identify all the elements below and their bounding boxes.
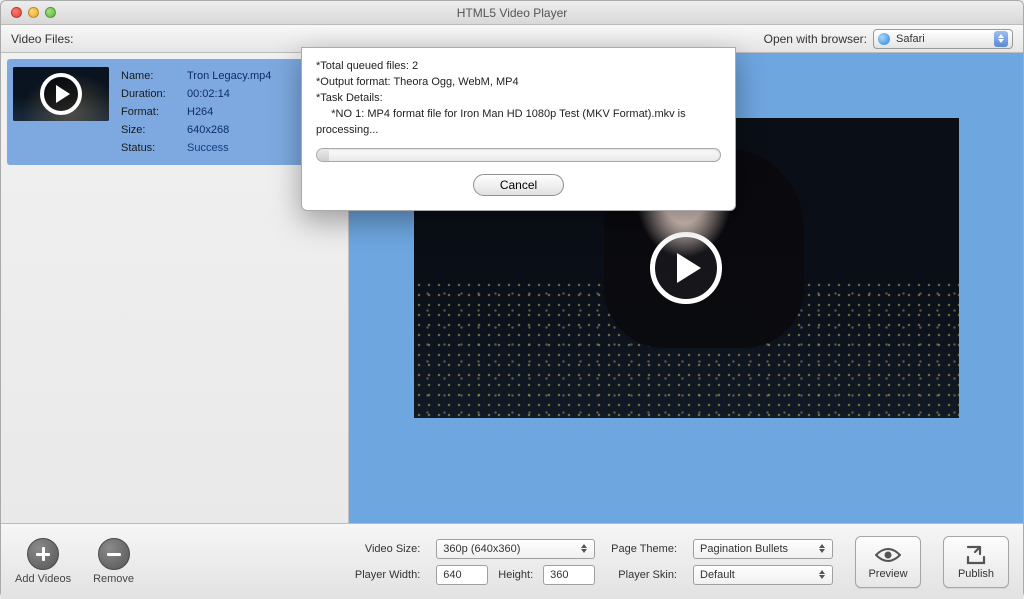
page-theme-value: Pagination Bullets xyxy=(700,543,788,555)
minus-icon xyxy=(98,538,130,570)
page-theme-label: Page Theme: xyxy=(611,543,677,555)
status-label: Status: xyxy=(121,139,183,157)
preview-button[interactable]: Preview xyxy=(855,536,921,588)
window-title: HTML5 Video Player xyxy=(1,6,1023,20)
height-label: Height: xyxy=(498,569,533,581)
video-size-select[interactable]: 360p (640x360) xyxy=(436,539,595,559)
chevron-updown-icon xyxy=(577,541,591,557)
titlebar: HTML5 Video Player xyxy=(1,1,1023,25)
publish-icon xyxy=(963,544,989,566)
publish-button[interactable]: Publish xyxy=(943,536,1009,588)
remove-label: Remove xyxy=(93,573,134,585)
settings-grid: Video Size: 360p (640x360) Page Theme: P… xyxy=(355,539,833,585)
list-item[interactable]: Name: Tron Legacy.mp4 Duration: 00:02:14… xyxy=(7,59,342,165)
player-skin-value: Default xyxy=(700,569,735,581)
format-label: Format: xyxy=(121,103,183,121)
eye-icon xyxy=(875,544,901,566)
player-width-input[interactable]: 640 xyxy=(436,565,488,585)
plus-icon xyxy=(27,538,59,570)
video-size-value: 360p (640x360) xyxy=(443,543,520,555)
safari-icon xyxy=(878,33,890,45)
name-value: Tron Legacy.mp4 xyxy=(187,67,271,85)
progress-bar xyxy=(316,148,721,162)
browser-selected-value: Safari xyxy=(896,33,925,45)
chevron-updown-icon xyxy=(815,541,829,557)
player-skin-label: Player Skin: xyxy=(611,569,677,581)
chevron-updown-icon xyxy=(994,31,1008,47)
player-width-label: Player Width: xyxy=(355,569,420,581)
progress-details: *Total queued files: 2 *Output format: T… xyxy=(316,58,721,138)
duration-value: 00:02:14 xyxy=(187,85,271,103)
remove-button[interactable]: Remove xyxy=(93,538,134,585)
progress-dialog: *Total queued files: 2 *Output format: T… xyxy=(301,47,736,211)
cancel-button[interactable]: Cancel xyxy=(473,174,564,196)
name-label: Name: xyxy=(121,67,183,85)
video-files-label: Video Files: xyxy=(11,32,73,46)
page-theme-select[interactable]: Pagination Bullets xyxy=(693,539,833,559)
play-icon[interactable] xyxy=(650,232,722,304)
video-metadata: Name: Tron Legacy.mp4 Duration: 00:02:14… xyxy=(121,67,271,157)
size-label: Size: xyxy=(121,121,183,139)
status-value: Success xyxy=(187,139,271,157)
preview-label: Preview xyxy=(868,568,907,580)
height-input[interactable]: 360 xyxy=(543,565,595,585)
browser-select[interactable]: Safari xyxy=(873,29,1013,49)
size-value: 640x268 xyxy=(187,121,271,139)
video-thumbnail xyxy=(13,67,109,121)
open-with-browser-label: Open with browser: xyxy=(764,32,867,46)
chevron-updown-icon xyxy=(815,567,829,583)
video-files-sidebar: Name: Tron Legacy.mp4 Duration: 00:02:14… xyxy=(1,53,349,523)
bottom-bar: Add Videos Remove Video Size: 360p (640x… xyxy=(1,523,1023,599)
format-value: H264 xyxy=(187,103,271,121)
app-window: HTML5 Video Player Video Files: Open wit… xyxy=(0,0,1024,598)
add-videos-label: Add Videos xyxy=(15,573,71,585)
player-skin-select[interactable]: Default xyxy=(693,565,833,585)
add-videos-button[interactable]: Add Videos xyxy=(15,538,71,585)
video-size-label: Video Size: xyxy=(355,543,420,555)
publish-label: Publish xyxy=(958,568,994,580)
duration-label: Duration: xyxy=(121,85,183,103)
play-icon xyxy=(40,73,82,115)
